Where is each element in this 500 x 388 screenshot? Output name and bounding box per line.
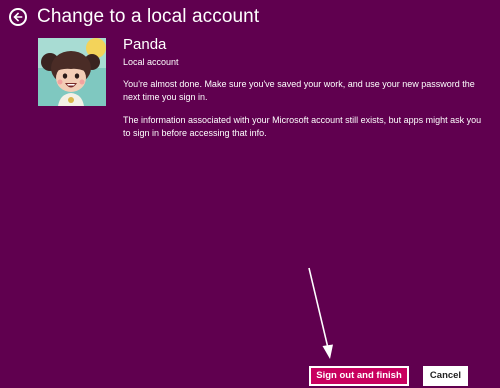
sign-out-and-finish-button[interactable]: Sign out and finish [309, 366, 409, 386]
account-type-label: Local account [123, 57, 179, 67]
cancel-button[interactable]: Cancel [423, 366, 468, 386]
back-button[interactable] [9, 8, 27, 26]
back-arrow-icon [13, 12, 23, 22]
microsoft-account-message: The information associated with your Mic… [123, 115, 482, 138]
user-name: Panda [123, 36, 167, 53]
avatar [38, 38, 106, 106]
page-title: Change to a local account [37, 6, 260, 27]
saved-work-message: You're almost done. Make sure you've sav… [123, 79, 475, 102]
